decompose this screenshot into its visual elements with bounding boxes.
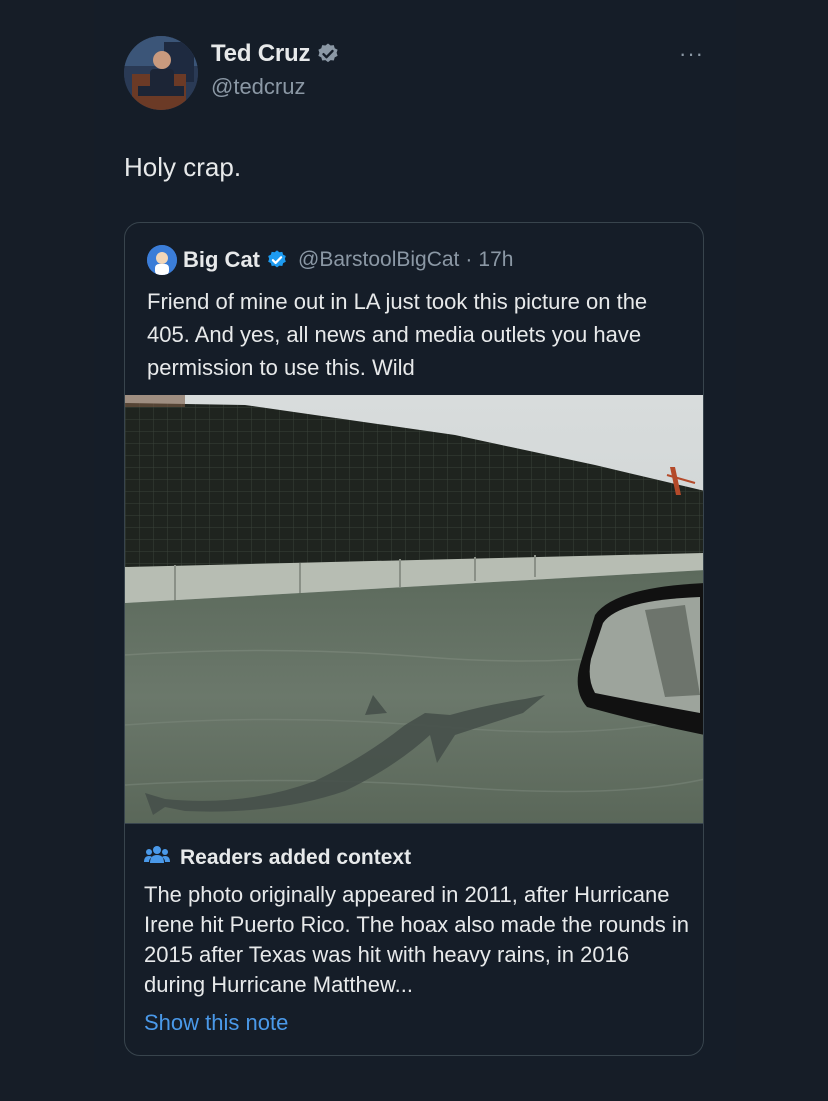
quoted-author-avatar (147, 245, 177, 275)
community-note: Readers added context The photo original… (125, 823, 703, 1055)
people-icon (144, 844, 170, 871)
quoted-tweet-header: Big Cat @BarstoolBigCat · 17h (147, 245, 513, 275)
author-avatar[interactable] (124, 36, 198, 110)
author-name[interactable]: Ted Cruz (211, 40, 310, 68)
author-name-row: Ted Cruz (211, 40, 340, 68)
quoted-tweet-photo[interactable] (125, 395, 703, 823)
community-note-body: The photo originally appeared in 2011, a… (144, 882, 690, 997)
tweet-text: Holy crap. (124, 152, 242, 182)
community-note-title: Readers added context (180, 845, 412, 869)
verified-badge-icon (266, 249, 288, 271)
quoted-tweet-time: 17h (478, 248, 514, 271)
quoted-author-name: Big Cat (183, 247, 260, 272)
meta-separator: · (465, 248, 473, 271)
quoted-author-handle: @BarstoolBigCat (298, 248, 460, 271)
show-note-link[interactable]: Show this note (144, 1010, 288, 1036)
verified-badge-icon (316, 42, 340, 66)
community-note-header: Readers added context (144, 844, 411, 871)
quoted-tweet[interactable]: Big Cat @BarstoolBigCat · 17h Friend of … (124, 222, 704, 1056)
author-handle[interactable]: @tedcruz (211, 74, 305, 100)
more-options-icon[interactable]: ··· (679, 43, 704, 65)
quoted-tweet-text: Friend of mine out in LA just took this … (147, 289, 648, 380)
